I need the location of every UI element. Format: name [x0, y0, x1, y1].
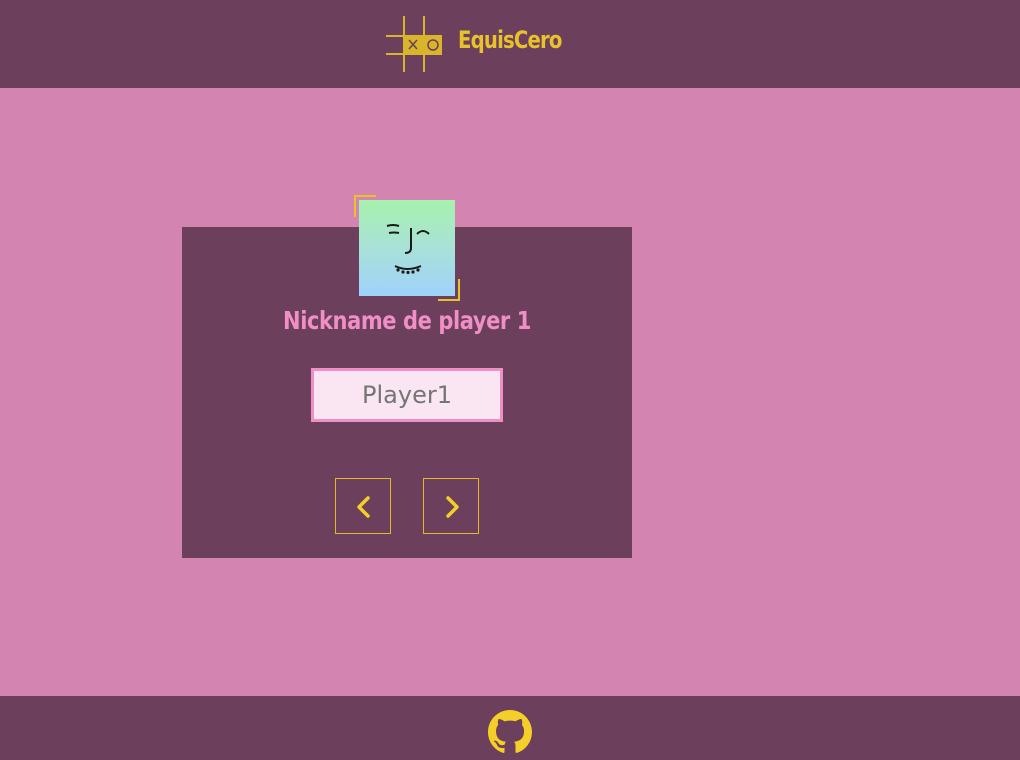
nickname-label: Nickname de player 1: [283, 306, 531, 335]
player-avatar: [359, 200, 455, 296]
github-link[interactable]: [488, 710, 532, 754]
chevron-right-icon: [446, 496, 459, 518]
app-header: EquisCero: [0, 0, 1020, 88]
avatar-frame[interactable]: [354, 195, 460, 301]
tic-tac-toe-icon[interactable]: [384, 14, 444, 74]
chevron-left-icon: [357, 496, 370, 518]
previous-button[interactable]: [335, 478, 391, 534]
app-title: EquisCero: [458, 26, 562, 54]
next-button[interactable]: [423, 478, 479, 534]
github-icon: [488, 710, 532, 753]
nickname-input[interactable]: [311, 368, 503, 422]
smiling-face-avatar-icon: [386, 224, 430, 275]
